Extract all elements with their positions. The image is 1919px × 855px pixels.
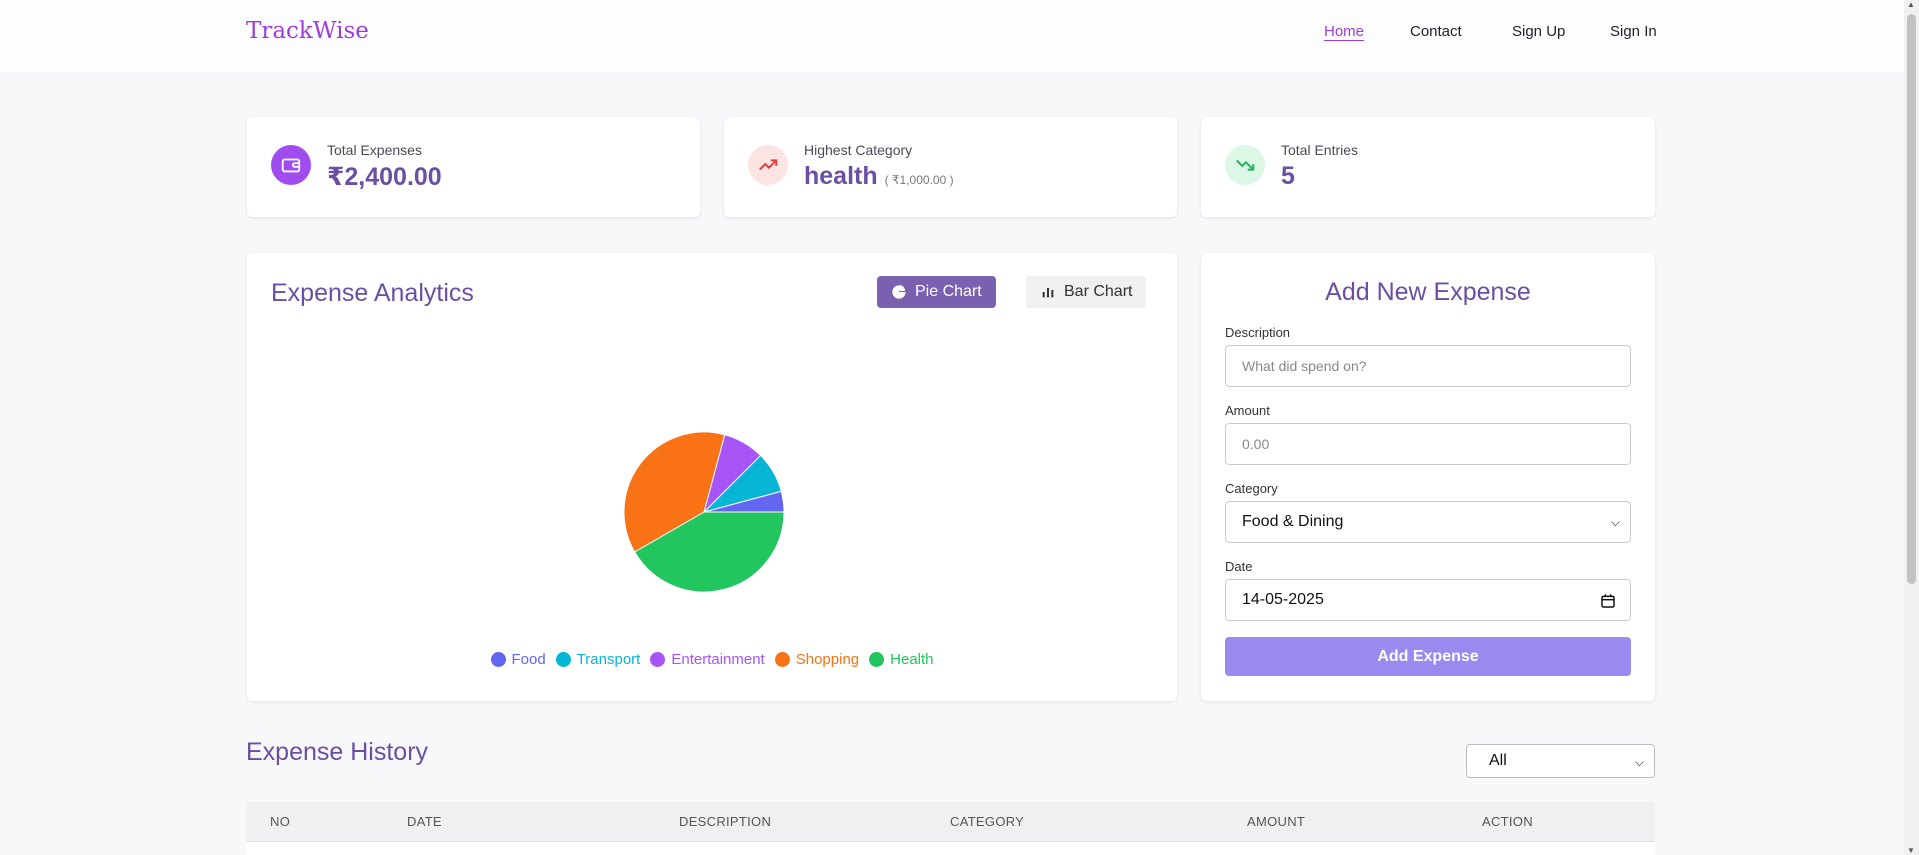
- stat-value: health ( ₹1,000.00 ): [804, 162, 954, 191]
- scroll-up-icon[interactable]: ▲: [1907, 0, 1915, 9]
- legend-dot: [650, 652, 666, 667]
- trending-down-icon: [1225, 145, 1265, 185]
- category-select[interactable]: Food & Dining ⌵: [1225, 501, 1631, 543]
- amount-placeholder: 0.00: [1242, 436, 1270, 452]
- legend-label: Entertainment: [671, 651, 765, 668]
- legend-dot: [555, 652, 571, 667]
- legend-item-health[interactable]: Health: [869, 651, 934, 668]
- pie-chart-label: Pie Chart: [915, 283, 982, 300]
- stat-card-highest-category: Highest Category health ( ₹1,000.00 ): [724, 117, 1177, 217]
- nav-sign-up[interactable]: Sign Up: [1512, 23, 1565, 40]
- column-amount: AMOUNT: [1247, 814, 1306, 829]
- form-title: Add New Expense: [1325, 278, 1531, 306]
- app-logo[interactable]: TrackWise: [246, 18, 369, 44]
- bar-chart-button[interactable]: Bar Chart: [1026, 276, 1147, 308]
- add-expense-button[interactable]: Add Expense: [1225, 637, 1631, 676]
- category-filter-select[interactable]: All ⌵: [1466, 744, 1655, 778]
- wallet-icon: [271, 145, 311, 185]
- legend-label: Shopping: [795, 651, 860, 668]
- amount-input[interactable]: 0.00: [1225, 423, 1631, 465]
- nav-sign-in[interactable]: Sign In: [1610, 23, 1657, 40]
- legend-dot: [774, 652, 790, 667]
- pie-chart-button[interactable]: Pie Chart: [877, 276, 996, 308]
- trending-up-icon: [748, 145, 788, 185]
- column-no: NO: [270, 814, 291, 829]
- category-value: Food & Dining: [1242, 513, 1344, 530]
- legend-item-food[interactable]: Food: [490, 651, 546, 668]
- column-date: DATE: [407, 814, 442, 829]
- description-input[interactable]: What did spend on?: [1225, 345, 1631, 387]
- calendar-icon[interactable]: [1600, 593, 1616, 609]
- expense-analytics-card: Expense Analytics Pie Chart Bar Chart Fo…: [247, 253, 1177, 701]
- history-title: Expense History: [246, 738, 429, 766]
- legend-label: Transport: [576, 651, 641, 668]
- stat-label: Highest Category: [804, 142, 913, 158]
- expense-table-body: [246, 842, 1655, 855]
- column-category: CATEGORY: [950, 814, 1025, 829]
- legend-item-entertainment[interactable]: Entertainment: [650, 651, 765, 668]
- bar-chart-icon: [1042, 288, 1054, 298]
- expense-pie-chart: [623, 431, 785, 593]
- bar-chart-label: Bar Chart: [1064, 283, 1133, 300]
- stat-label: Total Expenses: [327, 142, 422, 158]
- stat-card-total-expenses: Total Expenses ₹2,400.00: [247, 117, 700, 217]
- stat-value: ₹2,400.00: [327, 163, 442, 191]
- add-expense-card: Add New Expense Description What did spe…: [1201, 253, 1655, 701]
- scroll-down-icon[interactable]: ▼: [1907, 846, 1915, 855]
- top-navbar: TrackWise Home Contact Sign Up Sign In: [0, 0, 1904, 72]
- highest-category-amount: ( ₹1,000.00 ): [884, 173, 954, 187]
- column-action: ACTION: [1482, 814, 1533, 829]
- nav-home[interactable]: Home: [1324, 23, 1364, 40]
- filter-value: All: [1489, 752, 1507, 769]
- description-placeholder: What did spend on?: [1242, 358, 1367, 374]
- legend-label: Food: [511, 651, 546, 668]
- stat-value: 5: [1281, 162, 1295, 190]
- date-label: Date: [1225, 559, 1253, 574]
- date-input[interactable]: 14-05-2025: [1225, 579, 1631, 621]
- date-value: 14-05-2025: [1242, 591, 1324, 608]
- category-label: Category: [1225, 481, 1278, 496]
- legend-item-transport[interactable]: Transport: [555, 651, 641, 668]
- legend-label: Health: [890, 651, 934, 668]
- description-label: Description: [1225, 325, 1291, 340]
- nav-contact[interactable]: Contact: [1410, 23, 1462, 40]
- stat-label: Total Entries: [1281, 142, 1359, 158]
- legend-dot: [869, 652, 885, 667]
- chart-legend: Food Transport Entertainment Shopping Health: [247, 651, 1177, 668]
- legend-item-shopping[interactable]: Shopping: [774, 651, 860, 668]
- legend-dot: [490, 652, 506, 667]
- scrollbar-thumb[interactable]: [1907, 14, 1916, 584]
- analytics-title: Expense Analytics: [271, 279, 474, 307]
- stat-card-total-entries: Total Entries 5: [1201, 117, 1655, 217]
- pie-chart-icon: [892, 285, 906, 299]
- page-scrollbar[interactable]: ▲ ▼: [1904, 0, 1919, 855]
- chevron-down-icon: ⌵: [1634, 755, 1644, 769]
- highest-category-name: health: [804, 162, 878, 190]
- chevron-down-icon: ⌵: [1610, 515, 1620, 529]
- column-description: DESCRIPTION: [679, 814, 772, 829]
- amount-label: Amount: [1225, 403, 1270, 418]
- expense-table-header: NO DATE DESCRIPTION CATEGORY AMOUNT ACTI…: [246, 802, 1655, 842]
